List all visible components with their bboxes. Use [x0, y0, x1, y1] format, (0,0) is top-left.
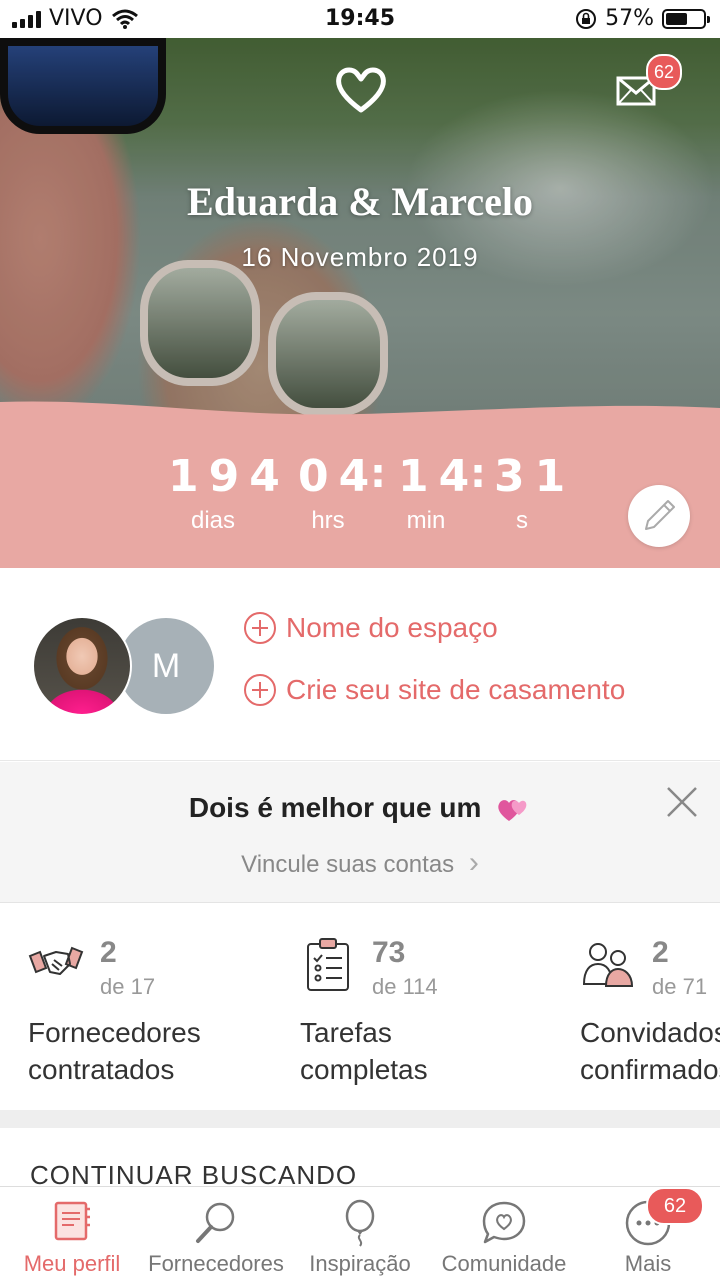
guests-count: 2: [652, 936, 669, 969]
magnifier-icon: [196, 1202, 235, 1243]
status-bar: VIVO 19:45 57%: [0, 0, 720, 38]
chevron-right-icon: ›: [468, 846, 479, 879]
balloon-icon: [345, 1199, 375, 1247]
handshake-icon: [28, 946, 84, 975]
countdown-minutes: 14: [398, 451, 480, 502]
stat-guests[interactable]: 2 de 71 Convidados confirmados: [580, 904, 720, 1110]
checklist-icon: [307, 938, 349, 991]
notebook-icon: [54, 1201, 90, 1241]
countdown-minutes-label: min: [406, 507, 446, 534]
battery-percent: 57%: [605, 6, 654, 31]
stat-vendors[interactable]: 2 de 17 Fornecedores contratados: [28, 904, 318, 1110]
partner-avatar[interactable]: M: [118, 618, 214, 714]
countdown-seconds-label: s: [516, 507, 528, 534]
hearts-icon: [498, 799, 527, 821]
guests-total: de 71: [652, 974, 708, 999]
banner-title: Dois é melhor que um: [0, 792, 720, 825]
create-website-link[interactable]: Crie seu site de casamento: [244, 674, 625, 706]
stat-tasks[interactable]: 73 de 114 Tarefas completas: [300, 904, 590, 1110]
vendors-count: 2: [100, 936, 117, 969]
edit-profile-button[interactable]: [628, 485, 690, 547]
countdown: 194 04 : 14 : 31 dias hrs min s: [160, 451, 580, 541]
wedding-date: 16 Novembro 2019: [241, 242, 479, 272]
venue-name-label: Nome do espaço: [286, 612, 498, 643]
link-accounts-banner: Dois é melhor que um Vincule suas contas…: [0, 762, 720, 903]
tab-mais[interactable]: Mais 62: [576, 1187, 720, 1281]
countdown-hours-label: hrs: [311, 507, 345, 534]
countdown-days: 194: [168, 451, 290, 502]
plus-circle-icon: [244, 674, 276, 706]
tasks-total: de 114: [372, 974, 438, 999]
tab-label: Inspiração: [309, 1251, 411, 1276]
link-accounts-link[interactable]: Vincule suas contas ›: [0, 846, 720, 880]
create-website-label: Crie seu site de casamento: [286, 674, 626, 705]
more-badge: 62: [646, 1187, 704, 1225]
tab-comunidade[interactable]: Comunidade: [432, 1187, 576, 1281]
tab-inspiracao[interactable]: Inspiração: [288, 1187, 432, 1281]
messages-button[interactable]: 62: [616, 54, 682, 111]
banner-title-text: Dois é melhor que um: [188, 792, 482, 823]
countdown-hours: 04: [298, 451, 380, 502]
messages-badge: 62: [646, 54, 682, 90]
profile-row: M Nome do espaço Crie seu site de casame…: [0, 568, 720, 761]
vendors-total: de 17: [100, 974, 156, 999]
countdown-separator: :: [370, 451, 386, 497]
section-divider: [0, 1110, 720, 1128]
tab-fornecedores[interactable]: Fornecedores: [144, 1187, 288, 1281]
venue-name-link[interactable]: Nome do espaço: [244, 612, 498, 644]
guests-label: Convidados confirmados: [580, 1017, 720, 1085]
tab-label: Fornecedores: [148, 1251, 284, 1276]
heart-logo-icon: [336, 67, 386, 113]
user-avatar[interactable]: [32, 616, 132, 716]
countdown-days-label: dias: [190, 507, 236, 534]
tab-label: Meu perfil: [23, 1251, 121, 1276]
tab-meu-perfil[interactable]: Meu perfil: [0, 1187, 144, 1281]
tasks-label: Tarefas completas: [300, 1017, 428, 1085]
vendors-label: Fornecedores contratados: [28, 1017, 201, 1085]
guests-icon: [582, 943, 634, 987]
pencil-icon: [645, 500, 675, 530]
status-right: 57%: [575, 6, 710, 31]
rotation-lock-icon: [576, 8, 597, 29]
countdown-seconds: 31: [494, 451, 576, 502]
tasks-count: 73: [372, 936, 406, 969]
plus-circle-icon: [244, 612, 276, 644]
close-icon[interactable]: [664, 784, 700, 820]
chat-heart-icon: [482, 1201, 526, 1244]
link-accounts-label: Vincule suas contas: [241, 851, 455, 878]
tab-label: Comunidade: [441, 1251, 567, 1276]
hero-header: 62 Eduarda & Marcelo 16 Novembro 2019 19…: [0, 38, 720, 568]
couple-names: Eduarda & Marcelo: [187, 179, 533, 224]
stats-row: 2 de 17 Fornecedores contratados 73 de 1…: [0, 904, 720, 1110]
battery-icon: [662, 8, 710, 29]
countdown-separator: :: [470, 451, 486, 497]
tab-label: Mais: [624, 1251, 672, 1276]
bottom-tab-bar: Meu perfil Fornecedores Inspiração Comun…: [0, 1186, 720, 1281]
